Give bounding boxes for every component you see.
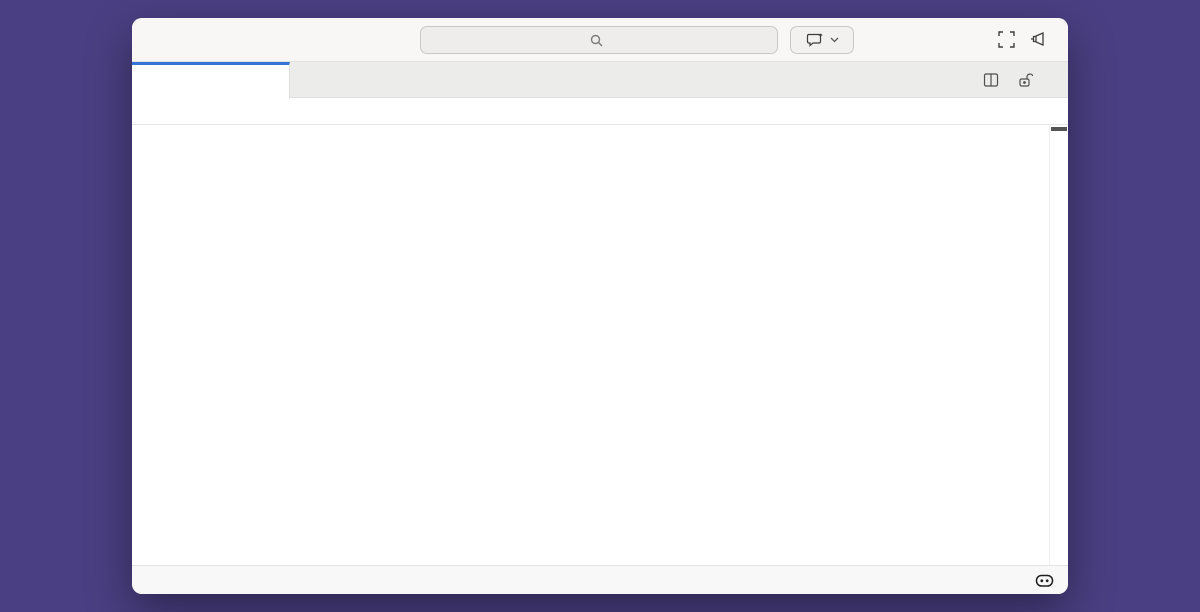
speech-bubble-icon: [806, 33, 823, 48]
status-bar: [132, 565, 1068, 594]
minimize-window-button[interactable]: [174, 33, 187, 46]
overview-ruler-cursor-marker: [1051, 127, 1067, 131]
traffic-lights: [152, 33, 209, 46]
unlock-icon[interactable]: [1018, 72, 1033, 88]
editor-actions: [983, 62, 1052, 98]
close-window-button[interactable]: [152, 33, 165, 46]
code-editor[interactable]: [132, 125, 1068, 565]
fullscreen-icon[interactable]: [998, 31, 1015, 48]
editor-tab-bar: [132, 62, 1068, 98]
zoom-window-button[interactable]: [196, 33, 209, 46]
tab-prf-js[interactable]: [132, 62, 290, 99]
address-bar[interactable]: [420, 26, 778, 54]
overview-ruler-divider: [1049, 125, 1050, 565]
browser-window: [132, 18, 1068, 594]
page-menu-button[interactable]: [790, 26, 854, 54]
copilot-icon[interactable]: [1035, 571, 1054, 590]
chevron-down-icon: [830, 37, 839, 43]
pin-tab-icon[interactable]: [1030, 31, 1050, 47]
browser-toolbar: [132, 18, 1068, 62]
breadcrumb[interactable]: [132, 98, 1068, 125]
search-icon: [590, 34, 603, 47]
split-editor-icon[interactable]: [983, 72, 999, 88]
